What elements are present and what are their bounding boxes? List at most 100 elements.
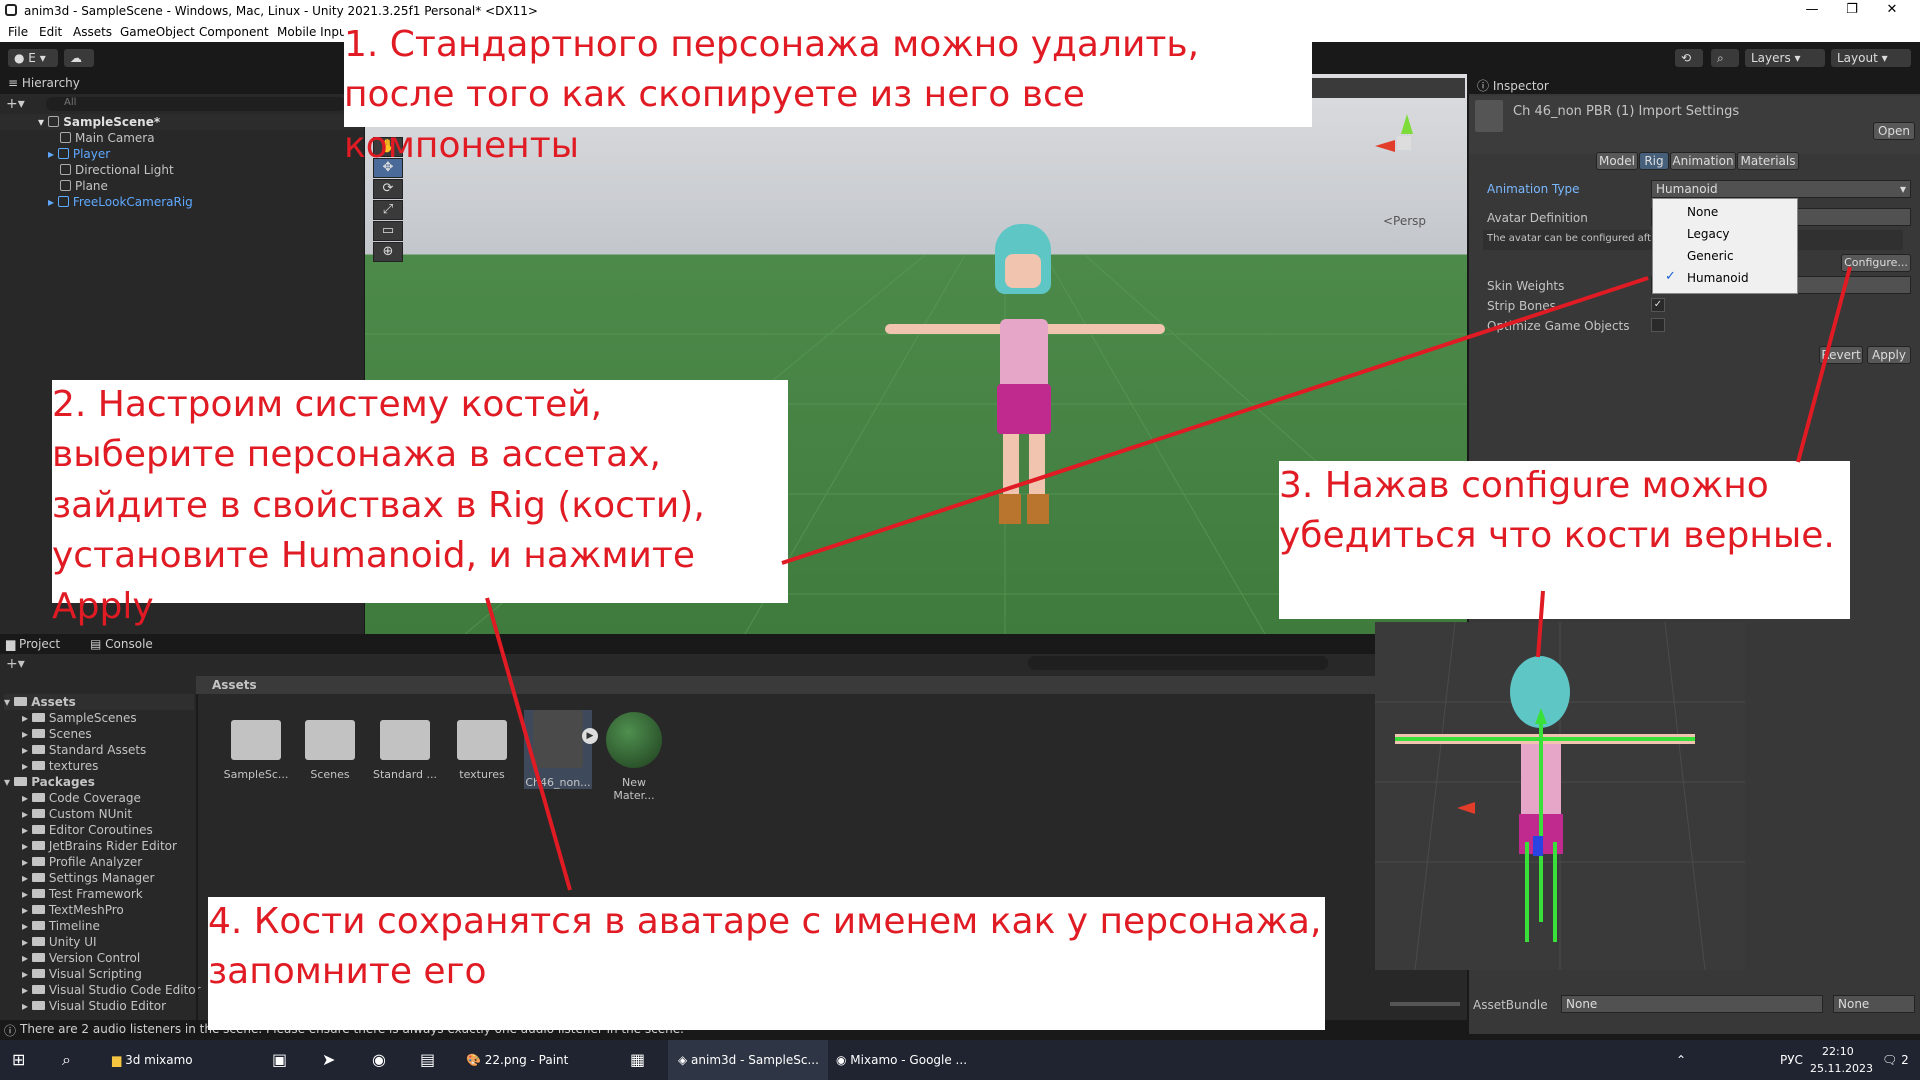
zoom-slider[interactable] <box>1390 1002 1460 1006</box>
create-icon[interactable]: +▾ <box>6 656 25 672</box>
hierarchy-item-main-camera[interactable]: Main Camera <box>0 130 364 146</box>
asset-folder-textures[interactable]: textures <box>448 710 516 781</box>
transform-tool-icon[interactable]: ⊕ <box>373 242 403 262</box>
clock-date[interactable]: 25.11.2023 <box>1810 1060 1873 1077</box>
apply-button[interactable]: Apply <box>1867 346 1911 364</box>
scale-tool-icon[interactable]: ⤢ <box>373 200 403 220</box>
tree-item[interactable]: ▸ Code Coverage <box>22 790 141 806</box>
scene-gizmo[interactable] <box>1375 114 1431 174</box>
tree-item[interactable]: ▸ Standard Assets <box>22 742 146 758</box>
search-icon[interactable]: ⌕ <box>1711 49 1739 67</box>
hierarchy-item-directional-light[interactable]: Directional Light <box>0 162 364 178</box>
tree-item[interactable]: ▸ Test Framework <box>22 886 143 902</box>
option-legacy[interactable]: Legacy <box>1687 227 1730 241</box>
tab-project[interactable]: ▆ Project <box>6 637 60 651</box>
rect-tool-icon[interactable]: ▭ <box>373 221 403 241</box>
history-icon[interactable]: ⟲ <box>1675 49 1703 67</box>
add-icon[interactable]: +▾ <box>6 96 25 112</box>
hierarchy-tab[interactable]: ≡ Hierarchy <box>0 74 364 94</box>
asset-folder-samplescenes[interactable]: SampleSc... <box>222 710 290 781</box>
expand-play-icon[interactable]: ▶ <box>582 728 598 744</box>
notepad-icon[interactable]: ▤ <box>420 1040 435 1080</box>
character-model[interactable] <box>885 224 1165 554</box>
asset-folder-scenes[interactable]: Scenes <box>296 710 364 781</box>
menu-file[interactable]: File <box>8 25 28 39</box>
optimize-checkbox[interactable] <box>1651 318 1665 332</box>
panel-divider[interactable] <box>196 694 198 1034</box>
start-icon[interactable]: ⊞ <box>12 1040 25 1080</box>
search-taskbar-icon[interactable]: ⌕ <box>62 1040 71 1080</box>
tree-item[interactable]: ▸ Unity UI <box>22 934 97 950</box>
hierarchy-item-freelookcamerarig[interactable]: ▸ FreeLookCameraRig <box>0 194 364 210</box>
tree-item[interactable]: ▸ textures <box>22 758 98 774</box>
telegram-icon[interactable]: ➤ <box>322 1040 335 1080</box>
tab-console[interactable]: ▤ Console <box>90 637 153 651</box>
app-icon[interactable]: ▣ <box>272 1040 287 1080</box>
tree-item[interactable]: ▸ Settings Manager <box>22 870 154 886</box>
option-generic[interactable]: Generic <box>1687 249 1734 263</box>
asset-character-model[interactable]: Ch46_non... <box>524 710 592 789</box>
maximize-button[interactable]: ❐ <box>1832 2 1872 20</box>
chrome-icon[interactable]: ◉ <box>372 1040 386 1080</box>
tab-materials[interactable]: Materials <box>1737 152 1799 170</box>
language-indicator[interactable]: РУС <box>1780 1040 1803 1080</box>
breadcrumb-assets[interactable]: Assets <box>212 678 257 692</box>
tree-item[interactable]: ▸ TextMeshPro <box>22 902 124 918</box>
layers-dropdown[interactable]: Layers ▾ <box>1745 49 1825 67</box>
cloud-icon[interactable]: ☁ <box>64 49 94 67</box>
persp-label[interactable]: <Persp <box>1383 214 1426 228</box>
asset-new-material[interactable]: New Mater... <box>600 710 668 802</box>
tree-item[interactable]: ▸ SampleScenes <box>22 710 137 726</box>
menu-edit[interactable]: Edit <box>39 25 62 39</box>
menu-mobile-input[interactable]: Mobile Input <box>277 25 351 39</box>
tab-animation[interactable]: Animation <box>1670 152 1736 170</box>
tree-item[interactable]: ▸ Scenes <box>22 726 92 742</box>
menu-component[interactable]: Component <box>199 25 269 39</box>
inspector-tab[interactable]: ⓘ Inspector <box>1469 74 1920 94</box>
configure-button[interactable]: Configure... <box>1841 254 1911 272</box>
revert-button[interactable]: Revert <box>1819 346 1863 364</box>
minimize-button[interactable]: — <box>1792 2 1832 20</box>
close-button[interactable]: ✕ <box>1872 2 1912 20</box>
assetbundle-dropdown[interactable]: None <box>1561 995 1823 1013</box>
strip-bones-checkbox[interactable]: ✓ <box>1651 298 1665 312</box>
taskbar-item-unity[interactable]: ◈ anim3d - SampleSc... <box>668 1040 828 1080</box>
hierarchy-item-player[interactable]: ▸ Player <box>0 146 364 162</box>
tab-rig[interactable]: Rig <box>1639 152 1669 170</box>
project-search-input[interactable] <box>1028 656 1328 670</box>
animation-type-dropdown[interactable]: Humanoid ▾ <box>1651 180 1911 198</box>
scene-row[interactable]: ▾ SampleScene* <box>0 114 364 130</box>
tree-item[interactable]: ▸ Visual Scripting <box>22 966 142 982</box>
tree-item[interactable]: ▸ Timeline <box>22 918 100 934</box>
tree-assets[interactable]: ▾ Assets <box>4 694 194 710</box>
account-button[interactable]: ● E ▾ <box>8 49 58 67</box>
taskbar-item-chrome[interactable]: ◉ Mixamo - Google ... <box>836 1040 967 1080</box>
menu-assets[interactable]: Assets <box>73 25 112 39</box>
rotate-tool-icon[interactable]: ⟳ <box>373 179 403 199</box>
calculator-icon[interactable]: ▦ <box>630 1040 645 1080</box>
tree-item[interactable]: ▸ JetBrains Rider Editor <box>22 838 177 854</box>
option-humanoid[interactable]: Humanoid <box>1687 271 1749 285</box>
tree-item[interactable]: ▸ Profile Analyzer <box>22 854 142 870</box>
asset-folder-standard-assets[interactable]: Standard ... <box>371 710 439 781</box>
tree-item[interactable]: ▸ Visual Studio Editor <box>22 998 166 1014</box>
layout-dropdown[interactable]: Layout ▾ <box>1831 49 1911 67</box>
notification-icon[interactable]: 🗨 2 <box>1882 1040 1909 1080</box>
option-none[interactable]: None <box>1687 205 1718 219</box>
clock-time[interactable]: 22:10 <box>1822 1043 1854 1060</box>
tree-item[interactable]: ▸ Version Control <box>22 950 140 966</box>
assetbundle-variant-dropdown[interactable]: None <box>1833 995 1915 1013</box>
hierarchy-item-plane[interactable]: Plane <box>0 178 364 194</box>
tree-item[interactable]: ▸ Custom NUnit <box>22 806 132 822</box>
scene-view-options[interactable] <box>1305 78 1465 98</box>
tree-item[interactable]: ▸ Visual Studio Code Editor <box>22 982 201 998</box>
tab-model[interactable]: Model <box>1596 152 1638 170</box>
tree-packages[interactable]: ▾ Packages <box>4 774 95 790</box>
hierarchy-search-input[interactable]: All <box>46 97 346 111</box>
tree-item[interactable]: ▸ Editor Coroutines <box>22 822 153 838</box>
taskbar-item-paint[interactable]: 🎨 22.png - Paint <box>466 1040 568 1080</box>
menu-gameobject[interactable]: GameObject <box>120 25 195 39</box>
tray-chevron-icon[interactable]: ⌃ <box>1676 1040 1686 1080</box>
open-button[interactable]: Open <box>1873 122 1915 140</box>
taskbar-item-folder[interactable]: ▆ 3d mixamo <box>112 1040 193 1080</box>
